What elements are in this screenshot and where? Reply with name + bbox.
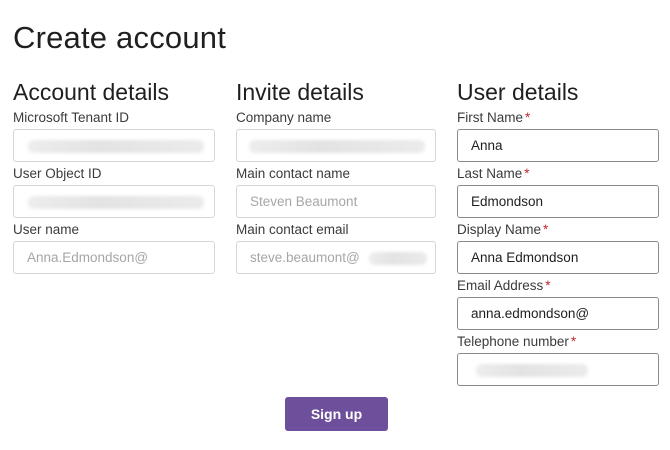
user-details-heading: User details [457, 79, 579, 105]
invite-details-heading: Invite details [236, 79, 364, 105]
redacted-value [476, 364, 588, 377]
telephone-number-label: Telephone number * [457, 334, 659, 353]
main-contact-email-value: steve.beaumont@ [250, 250, 360, 265]
email-address-value: anna.edmondson@ [471, 306, 590, 321]
page-title: Create account [13, 20, 227, 55]
user-object-id-input[interactable] [13, 185, 215, 218]
telephone-number-input[interactable] [457, 353, 659, 386]
first-name-label-text: First Name [457, 110, 524, 125]
required-marker: * [570, 334, 577, 349]
user-object-id-field-group: User Object ID [13, 166, 215, 222]
user-name-input[interactable]: Anna.Edmondson@ [13, 241, 215, 274]
main-contact-email-input[interactable]: steve.beaumont@ [236, 241, 436, 274]
display-name-label-text: Display Name [457, 222, 542, 237]
tenant-id-label: Microsoft Tenant ID [13, 110, 130, 125]
account-details-section: Account details Microsoft Tenant ID User… [13, 78, 215, 278]
sign-up-button[interactable]: Sign up [285, 397, 388, 431]
tenant-id-input[interactable] [13, 129, 215, 162]
main-contact-name-field-group: Main contact name Steven Beaumont [236, 166, 436, 222]
last-name-label-text: Last Name [457, 166, 523, 181]
display-name-label: Display Name * [457, 222, 659, 241]
invite-details-section: Invite details Company name Main contact… [236, 78, 436, 278]
redacted-value [249, 140, 425, 153]
user-name-label: User name [13, 222, 80, 237]
main-contact-name-value: Steven Beaumont [250, 194, 358, 209]
main-contact-name-label: Main contact name [236, 166, 351, 181]
last-name-field-group: Last Name * Edmondson [457, 166, 659, 222]
redacted-value [369, 252, 427, 265]
create-account-page: Create account Account details Microsoft… [0, 0, 670, 450]
account-details-heading: Account details [13, 79, 169, 105]
last-name-label: Last Name * [457, 166, 659, 185]
required-marker: * [545, 278, 551, 293]
redacted-value [28, 196, 204, 209]
display-name-value: Anna Edmondson [471, 250, 579, 265]
first-name-field-group: First Name * Anna [457, 110, 659, 166]
company-name-input[interactable] [236, 129, 436, 162]
first-name-value: Anna [471, 138, 503, 153]
email-address-input[interactable]: anna.edmondson@ [457, 297, 659, 330]
required-marker: * [524, 166, 530, 181]
last-name-input[interactable]: Edmondson [457, 185, 659, 218]
main-contact-email-label: Main contact email [236, 222, 349, 237]
company-name-label: Company name [236, 110, 332, 125]
last-name-value: Edmondson [471, 194, 544, 209]
telephone-number-field-group: Telephone number * [457, 334, 659, 390]
user-name-value: Anna.Edmondson@ [27, 250, 149, 265]
tenant-id-field-group: Microsoft Tenant ID [13, 110, 215, 166]
redacted-value [28, 140, 204, 153]
email-address-field-group: Email Address * anna.edmondson@ [457, 278, 659, 334]
user-name-field-group: User name Anna.Edmondson@ [13, 222, 215, 278]
email-address-label-text: Email Address [457, 278, 544, 293]
first-name-label: First Name * [457, 110, 659, 129]
display-name-field-group: Display Name * Anna Edmondson [457, 222, 659, 278]
email-address-label: Email Address * [457, 278, 659, 297]
first-name-input[interactable]: Anna [457, 129, 659, 162]
main-contact-email-field-group: Main contact email steve.beaumont@ [236, 222, 436, 278]
required-marker: * [543, 222, 549, 237]
user-details-section: User details First Name * Anna Last Name *… [457, 78, 659, 390]
company-name-field-group: Company name [236, 110, 436, 166]
main-contact-name-input[interactable]: Steven Beaumont [236, 185, 436, 218]
display-name-input[interactable]: Anna Edmondson [457, 241, 659, 274]
required-marker: * [525, 110, 531, 125]
telephone-number-label-text: Telephone number [457, 334, 569, 349]
user-object-id-label: User Object ID [13, 166, 102, 181]
